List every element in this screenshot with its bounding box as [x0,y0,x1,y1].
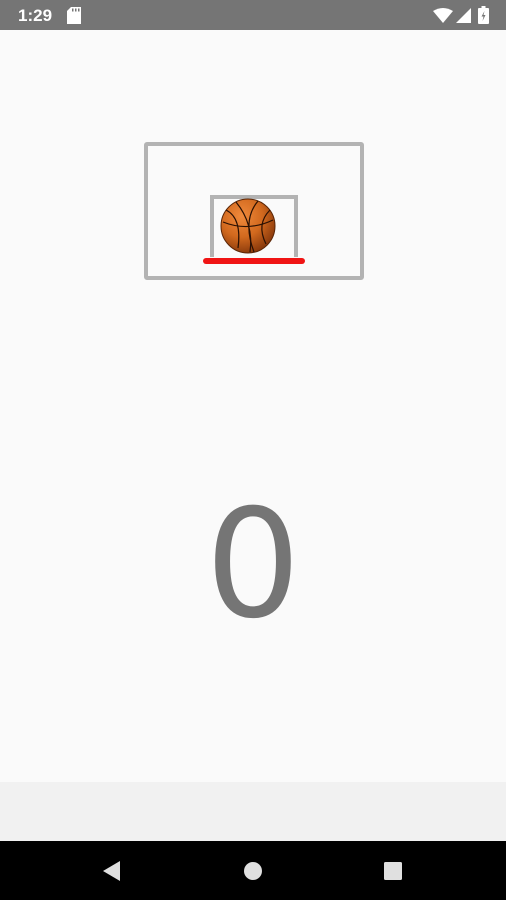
back-icon [103,861,120,881]
sd-card-icon [67,7,81,24]
bottom-strip [0,782,506,841]
score-counter: 0 [205,478,301,652]
battery-icon [478,6,489,24]
signal-icon [456,8,471,23]
screen: 1:29 0 [0,0,506,900]
home-icon [244,862,262,880]
navigation-bar [0,841,506,900]
status-bar: 1:29 [0,0,506,30]
home-button[interactable] [237,855,269,887]
game-area[interactable]: 0 [0,30,506,782]
status-time: 1:29 [18,6,53,25]
wifi-icon [433,8,453,23]
hoop-rim [203,258,305,264]
basketball-icon[interactable] [220,198,276,254]
recents-icon [384,862,402,880]
recents-button[interactable] [377,855,409,887]
back-button[interactable] [96,855,128,887]
